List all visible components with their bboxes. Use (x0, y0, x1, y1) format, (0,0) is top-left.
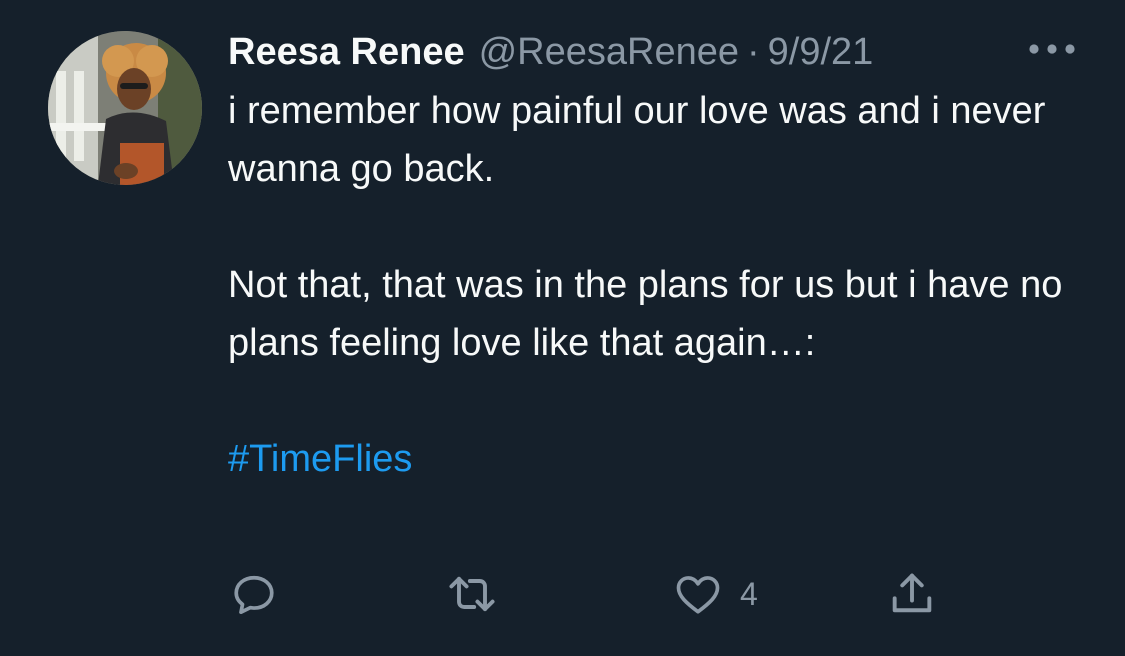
heart-outline-icon (676, 576, 720, 614)
like-button[interactable]: 4 (672, 568, 758, 620)
avatar-photo-image (48, 31, 202, 185)
tweet-date[interactable]: 9/9/21 (768, 31, 874, 74)
tweet-text: i remember how painful our love was and … (228, 82, 1098, 488)
more-options-button[interactable] (1027, 42, 1077, 56)
speech-bubble-icon (234, 575, 274, 615)
share-upload-icon (892, 573, 932, 613)
action-bar: 4 (228, 568, 978, 620)
reply-button[interactable] (228, 568, 280, 620)
more-dots-icon (1029, 44, 1075, 54)
tweet-card: Reesa Renee @ReesaRenee · 9/9/21 i remem… (0, 0, 1125, 656)
retweet-arrows-icon (449, 576, 495, 612)
tweet-paragraph: Not that, that was in the plans for us b… (228, 264, 1063, 364)
like-count: 4 (740, 575, 758, 612)
retweet-button[interactable] (446, 568, 498, 620)
tweet-header: Reesa Renee @ReesaRenee · 9/9/21 (228, 28, 873, 76)
user-handle[interactable]: @ReesaRenee (479, 31, 739, 74)
hashtag-link[interactable]: #TimeFlies (228, 438, 412, 480)
separator-dot: · (747, 30, 760, 73)
display-name[interactable]: Reesa Renee (228, 31, 465, 74)
tweet-paragraph: i remember how painful our love was and … (228, 90, 1046, 190)
avatar[interactable] (48, 31, 202, 185)
share-button[interactable] (886, 568, 938, 620)
